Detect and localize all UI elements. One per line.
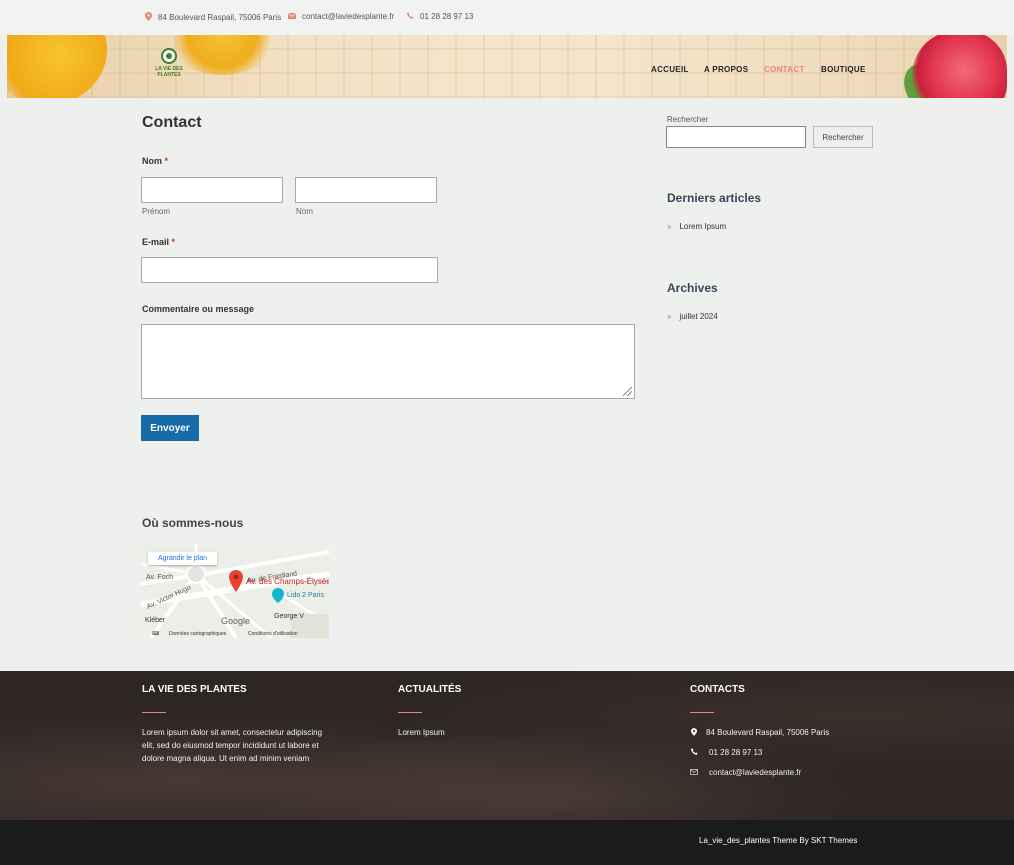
archive-item[interactable]: » juillet 2024 [667,312,718,321]
search-button[interactable]: Rechercher [813,126,873,148]
recent-post-link[interactable]: Lorem Ipsum [679,222,726,231]
footer-about-title: LA VIE DES PLANTES [142,684,247,695]
footer-contacts-title: CONTACTS [690,684,745,695]
required-mark: * [171,237,176,247]
nav-accueil[interactable]: ACCUEIL [651,65,689,74]
map-section-title: Où sommes-nous [142,516,244,530]
send-button[interactable]: Envoyer [141,415,199,441]
location-pin-icon [144,12,152,23]
nav-boutique[interactable]: BOUTIQUE [821,65,866,74]
name-label: Nom * [142,156,168,166]
map-label-lido: Lido 2 Paris [287,592,324,599]
last-name-input[interactable] [295,177,437,203]
footer-phone[interactable]: 01 28 28 97 13 [709,746,762,759]
theme-credit[interactable]: La_vie_des_plantes Theme By SKT Themes [699,836,857,845]
recent-posts-title: Derniers articles [667,191,762,205]
map-label-george-v: George V [274,613,304,620]
phone-icon [690,748,698,757]
first-name-sublabel: Prénom [142,207,171,216]
archive-link[interactable]: juillet 2024 [679,312,717,321]
keyboard-icon: ⌨ [152,631,160,637]
map-terms-link[interactable]: Conditions d'utilisation [248,631,298,637]
nav-a-propos[interactable]: A PROPOS [704,65,748,74]
recent-post-item[interactable]: » Lorem Ipsum [667,222,726,231]
topbar-email-text[interactable]: contact@laviedesplante.fr [302,12,394,21]
footer-about-text: Lorem ipsum dolor sit amet, consectetur … [142,728,323,763]
nav-contact[interactable]: CONTACT [764,65,805,74]
map-data-credit[interactable]: Données cartographiques [169,631,226,637]
archives-title: Archives [667,281,718,295]
footer-divider [398,712,422,713]
header-flower-yellow [7,35,107,98]
logo-text: LA VIE DES PLANTES [155,66,183,78]
message-label: Commentaire ou message [142,304,255,314]
email-input[interactable] [141,257,438,283]
resize-handle-icon[interactable] [623,387,632,396]
site-logo[interactable]: LA VIE DES PLANTES [145,48,193,86]
topbar-address: 84 Boulevard Raspail, 75006 Paris [144,12,281,23]
topbar-phone-text[interactable]: 01 28 28 97 13 [420,12,473,21]
location-pin-icon [690,728,698,738]
phone-icon [406,12,414,21]
required-mark: * [164,156,169,166]
map-label-champs: Av. des Champs-Élysées [246,577,329,586]
search-label: Rechercher [667,115,709,124]
bullet-icon: » [667,312,672,321]
email-label: E-mail * [142,237,175,247]
site-header: LA VIE DES PLANTES ACCUEIL A PROPOS CONT… [7,35,1007,98]
topbar-phone[interactable]: 01 28 28 97 13 [406,12,473,21]
first-name-input[interactable] [141,177,283,203]
logo-mark-icon [161,48,177,64]
footer-divider [690,712,714,713]
map-footer: ⌨ Données cartographiques Conditions d'u… [141,629,329,638]
google-logo: Google [221,616,251,626]
footer-divider [142,712,166,713]
search-input[interactable] [666,126,806,148]
footer-news-item[interactable]: Lorem Ipsum [398,726,445,739]
page-title: Contact [142,114,202,131]
email-label-text: E-mail [142,237,170,247]
topbar-email[interactable]: contact@laviedesplante.fr [287,12,394,21]
footer-email[interactable]: contact@laviedesplante.fr [709,766,801,779]
bullet-icon: » [667,222,672,231]
name-label-text: Nom [142,156,162,166]
map-label-foch: Av. Foch [146,574,173,581]
top-info-bar: 84 Boulevard Raspail, 75006 Paris contac… [0,0,1014,35]
footer-address: 84 Boulevard Raspail, 75006 Paris [706,728,830,737]
last-name-sublabel: Nom [296,207,313,216]
envelope-icon [287,12,297,21]
message-textarea[interactable] [141,324,635,399]
footer-news-title: ACTUALITÉS [398,684,462,695]
envelope-icon [690,768,698,777]
bottom-bar [0,820,1014,865]
map-label-kleber: Kléber [145,617,166,624]
map-enlarge-link[interactable]: Agrandir le plan [148,552,218,565]
embedded-map[interactable]: Agrandir le plan Av. de Friedland Av. Fo… [141,544,329,638]
topbar-address-text: 84 Boulevard Raspail, 75006 Paris [158,13,282,22]
header-tulip [912,35,1007,98]
